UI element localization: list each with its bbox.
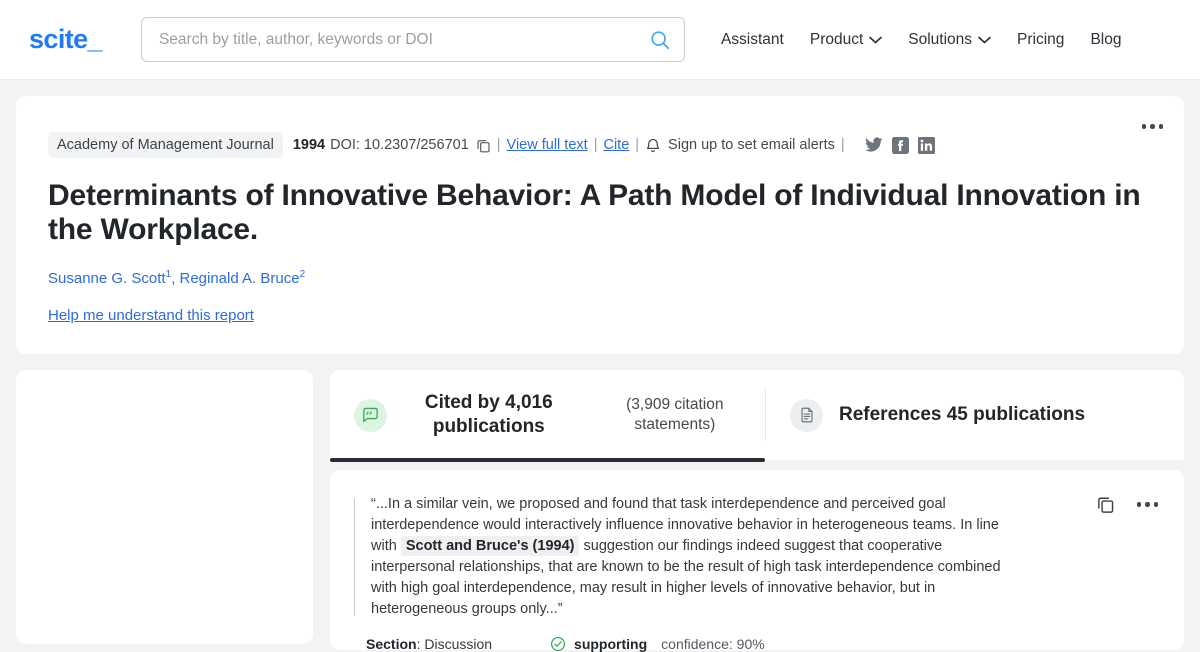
citation-quote: “...In a similar vein, we proposed and f… [354, 494, 1156, 620]
separator: | [496, 137, 501, 153]
quote-accent-bar [354, 498, 355, 616]
dot [1145, 502, 1150, 507]
nav-links: Assistant Product Solutions Pricing Blog [708, 31, 1135, 49]
tab-references-label: References 45 publications [839, 404, 1086, 425]
citation-statements-count: (3,909 citation statements) [626, 396, 724, 433]
nav-item-product[interactable]: Product [797, 31, 895, 49]
author-affiliation-marker: 2 [299, 269, 306, 280]
separator: | [593, 137, 598, 153]
chevron-down-icon [978, 31, 991, 49]
dot [1150, 124, 1155, 129]
section-value: : Discussion [416, 636, 493, 652]
nav-label: Blog [1090, 30, 1122, 48]
copy-doi-icon[interactable] [476, 138, 491, 153]
tab-cited-by-label: Cited by 4,016 publications [424, 392, 553, 437]
paper-more-options-button[interactable] [1141, 124, 1163, 129]
nav-item-solutions[interactable]: Solutions [895, 31, 1004, 49]
dot [1153, 502, 1158, 507]
citation-status-row: Section : Discussion supporting confiden… [366, 636, 1156, 652]
dot [1136, 502, 1141, 507]
journal-badge[interactable]: Academy of Management Journal [48, 132, 283, 158]
citation-text: “...In a similar vein, we proposed and f… [371, 494, 1026, 620]
author-link[interactable]: Susanne G. Scott1 [48, 269, 171, 287]
view-full-text-link[interactable]: View full text [507, 137, 588, 153]
citation-highlight[interactable]: Scott and Bruce's (1994) [400, 536, 580, 556]
social-share-group [864, 136, 935, 154]
help-understand-report-link[interactable]: Help me understand this report [48, 307, 254, 324]
paper-metadata-row: Academy of Management Journal 1994 DOI: … [48, 132, 1184, 158]
sidebar-panel [16, 370, 313, 644]
author-link[interactable]: Reginald A. Bruce2 [179, 269, 306, 287]
linkedin-icon[interactable] [917, 136, 935, 154]
search-input[interactable] [158, 30, 649, 49]
nav-label: Pricing [1017, 30, 1065, 48]
author-name: Reginald A. Bruce [179, 270, 300, 287]
author-list: Susanne G. Scott1, Reginald A. Bruce2 [48, 269, 1184, 287]
doi-text: DOI: 10.2307/256701 [330, 137, 469, 153]
paper-header-card: Academy of Management Journal 1994 DOI: … [16, 96, 1184, 354]
dot [1141, 124, 1146, 129]
section-label: Section [366, 636, 417, 652]
page-title: Determinants of Innovative Behavior: A P… [48, 179, 1141, 246]
author-name: Susanne G. Scott [48, 270, 166, 287]
tab-cited-by[interactable]: Cited by 4,016 publications (3,909 citat… [330, 370, 765, 462]
facebook-icon[interactable] [891, 136, 909, 154]
email-alerts-label[interactable]: Sign up to set email alerts [668, 137, 835, 153]
search-icon[interactable] [649, 29, 671, 51]
nav-item-pricing[interactable]: Pricing [1004, 31, 1077, 49]
separator: | [840, 137, 845, 153]
nav-item-blog[interactable]: Blog [1077, 31, 1134, 49]
citation-more-options-button[interactable] [1136, 502, 1158, 507]
citation-classification: supporting [574, 636, 648, 652]
chevron-down-icon [869, 31, 883, 49]
nav-label: Assistant [720, 30, 784, 48]
citation-confidence: confidence: 90% [661, 636, 765, 652]
top-navbar: scite_ Assistant Product Solutions Pr [0, 0, 1200, 80]
nav-label: Solutions [908, 30, 973, 48]
dot [1158, 124, 1163, 129]
tab-references[interactable]: References 45 publications [766, 370, 1109, 460]
citation-tools [1096, 495, 1158, 514]
nav-label: Product [809, 30, 864, 48]
tab-bar: Cited by 4,016 publications (3,909 citat… [330, 370, 1184, 462]
citation-statement-card: “...In a similar vein, we proposed and f… [330, 470, 1184, 652]
nav-item-assistant[interactable]: Assistant [708, 31, 797, 49]
quote-bubble-icon [354, 398, 387, 432]
author-separator: , [171, 270, 176, 287]
scite-logo[interactable]: scite_ [29, 24, 103, 55]
publication-year: 1994 [292, 137, 326, 153]
separator: | [635, 137, 640, 153]
twitter-icon[interactable] [864, 137, 883, 153]
check-circle-icon [550, 636, 566, 652]
document-icon [790, 398, 823, 432]
search-bar[interactable] [140, 17, 685, 62]
cite-link[interactable]: Cite [603, 137, 629, 153]
copy-icon[interactable] [1096, 495, 1115, 514]
bell-icon[interactable] [645, 137, 661, 154]
